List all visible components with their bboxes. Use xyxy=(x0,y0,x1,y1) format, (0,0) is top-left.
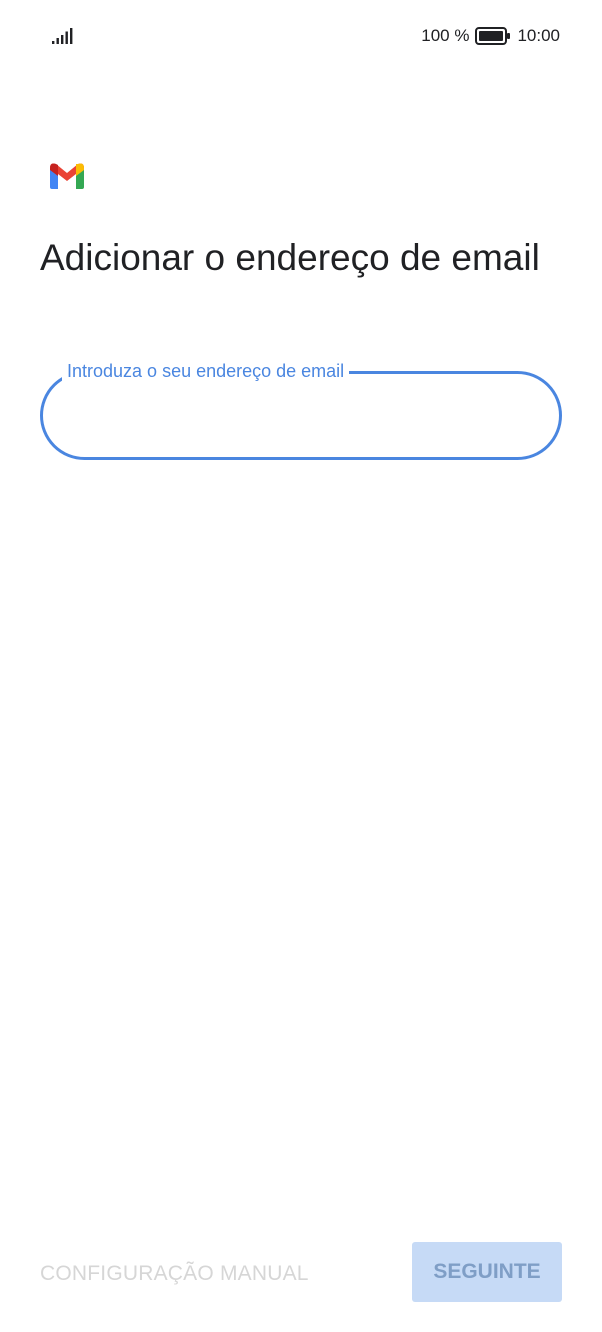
status-right: 100 % 10:00 xyxy=(421,25,560,47)
battery-icon xyxy=(475,27,511,45)
email-input[interactable] xyxy=(68,397,534,435)
clock: 10:00 xyxy=(517,26,560,45)
page-title: Adicionar o endereço de email xyxy=(40,237,540,278)
email-input-container[interactable]: Introduza o seu endereço de email xyxy=(40,361,562,460)
next-button[interactable]: SEGUINTE xyxy=(412,1242,562,1302)
email-input-label: Introduza o seu endereço de email xyxy=(62,361,350,381)
battery-percent: 100 % xyxy=(421,26,470,45)
gmail-logo-icon xyxy=(50,163,84,189)
manual-configuration-button[interactable]: CONFIGURAÇÃO MANUAL xyxy=(40,1254,309,1294)
screen: 100 % 10:00 Adicionar o endereço de emai… xyxy=(0,0,602,1332)
signal-icon xyxy=(52,28,73,44)
status-bar: 100 % 10:00 xyxy=(0,0,602,72)
